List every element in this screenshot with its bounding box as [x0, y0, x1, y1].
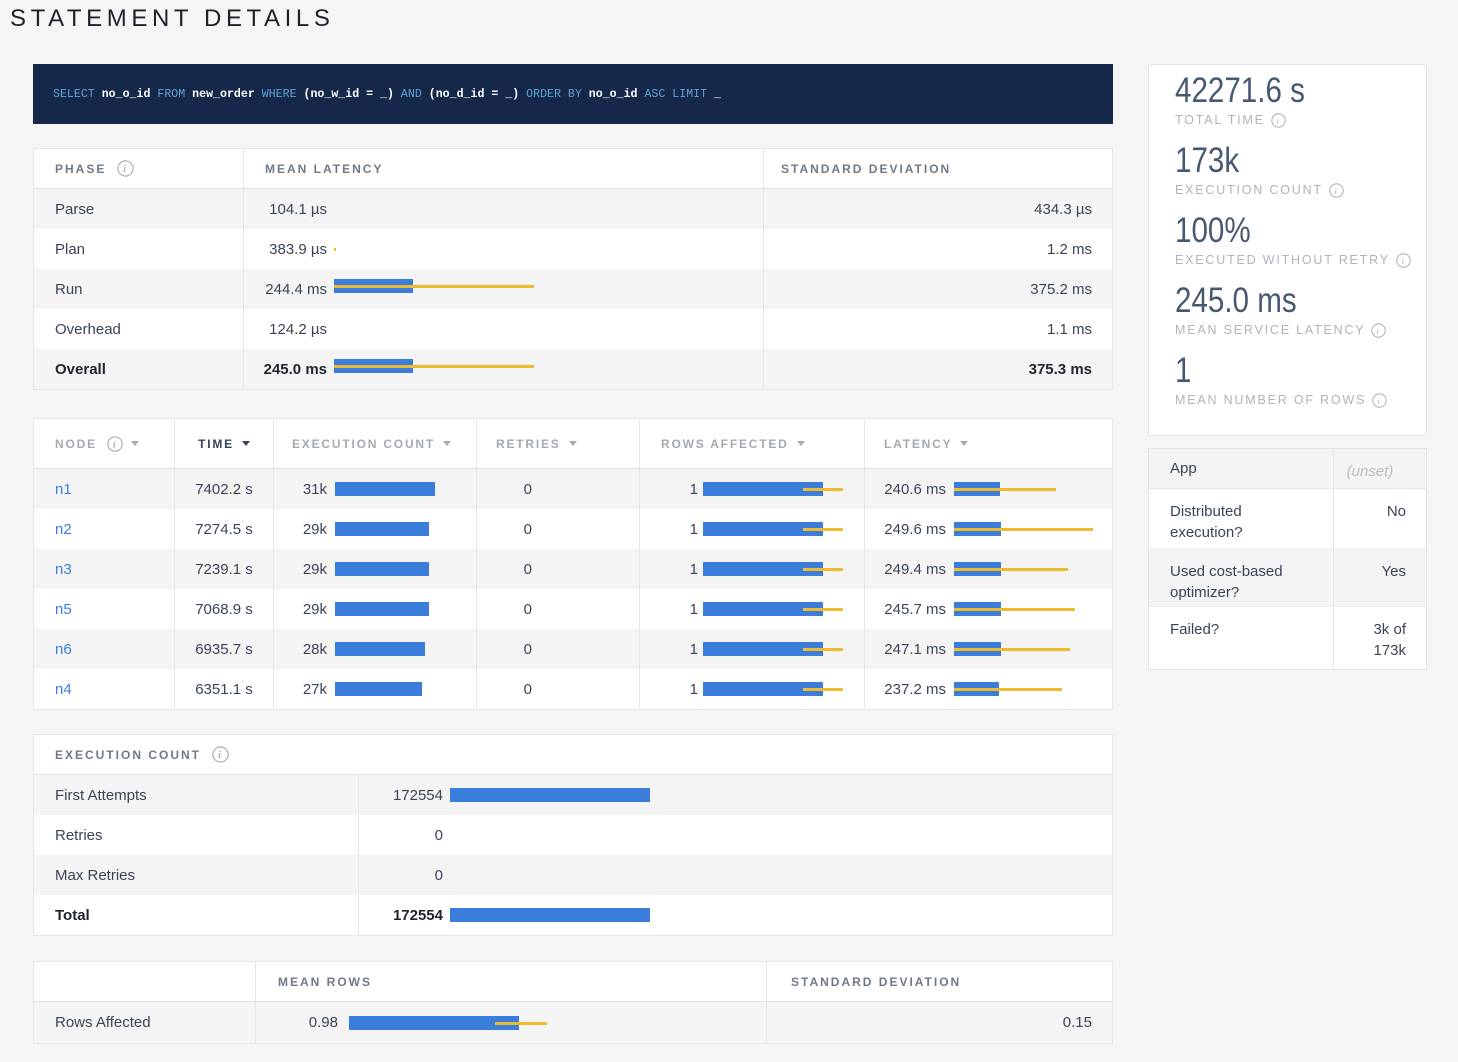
svg-text:i: i — [1276, 115, 1280, 125]
svg-text:i: i — [123, 164, 128, 175]
svg-text:i: i — [218, 750, 223, 761]
svg-text:i: i — [1378, 395, 1382, 405]
svg-text:i: i — [1334, 185, 1338, 195]
svg-text:i: i — [1401, 255, 1405, 265]
svg-text:i: i — [113, 440, 117, 450]
svg-text:i: i — [1377, 325, 1381, 335]
